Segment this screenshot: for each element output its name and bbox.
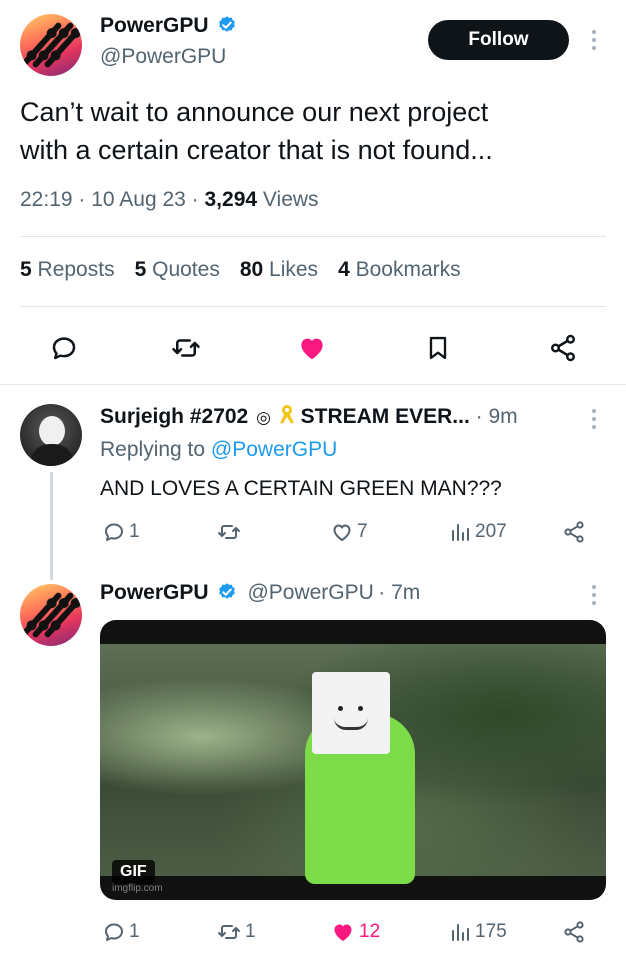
like-count: 7 <box>357 521 368 542</box>
tweet-time[interactable]: 22:19 <box>20 188 73 211</box>
heart-filled-icon <box>334 924 352 941</box>
reply-actions: 1 1 12 175 <box>0 920 626 950</box>
repost-button[interactable] <box>216 520 245 544</box>
reply-count: 1 <box>129 921 140 942</box>
verified-badge-icon <box>219 583 235 599</box>
reply-time[interactable]: 9m <box>489 405 518 428</box>
reply-actions: 1 7 207 <box>0 520 626 550</box>
share-icon <box>564 921 584 943</box>
share-icon <box>564 521 584 543</box>
share-button[interactable] <box>545 330 581 366</box>
ribbon-icon <box>279 405 294 424</box>
views-label: Views <box>262 188 319 211</box>
views-count: 3,294 <box>204 188 258 211</box>
tweet-actions <box>0 330 626 370</box>
author-handle[interactable]: @PowerGPU <box>100 45 226 69</box>
divider <box>0 384 626 385</box>
verified-badge-icon <box>219 16 235 32</box>
reply-time[interactable]: 7m <box>391 581 420 604</box>
tweet-text: Can’t wait to announce our next project … <box>20 93 600 169</box>
heart-filled-icon <box>301 338 323 360</box>
reply-count: 1 <box>129 521 140 542</box>
share-icon <box>551 334 575 362</box>
avatar[interactable] <box>20 404 82 466</box>
repost-button[interactable] <box>168 330 204 366</box>
tweet-meta: 22:19 · 10 Aug 23 · 3,294 Views <box>20 188 319 211</box>
divider <box>20 306 606 307</box>
display-name-suffix[interactable]: STREAM EVER... <box>301 405 470 428</box>
heart-icon <box>333 524 351 542</box>
replying-to-link[interactable]: @PowerGPU <box>211 438 337 461</box>
tweet-text-line: with a certain creator that is not found… <box>20 135 493 165</box>
display-name[interactable]: PowerGPU <box>100 581 209 604</box>
repost-count: 1 <box>245 921 256 942</box>
like-button[interactable] <box>294 330 330 366</box>
repost-icon <box>218 525 240 539</box>
bookmarks-stat[interactable]: 4 Bookmarks <box>338 258 461 282</box>
share-button[interactable] <box>562 520 586 544</box>
gif-media[interactable]: GIF imgflip.com <box>100 620 606 900</box>
reply-icon <box>105 923 123 941</box>
reply-button[interactable]: 1 <box>102 520 140 544</box>
reply-header: Surjeigh #2702 ◎ STREAM EVER... · 9m <box>100 405 518 428</box>
views-count: 207 <box>475 521 507 542</box>
author-handle[interactable]: @PowerGPU <box>247 581 373 604</box>
reply-button[interactable] <box>46 330 82 366</box>
gif-scene <box>100 644 606 884</box>
views-button[interactable]: 175 <box>448 920 507 944</box>
reply-header: PowerGPU @PowerGPU · 7m <box>100 581 421 604</box>
repost-icon <box>218 925 240 939</box>
like-count: 12 <box>359 921 381 942</box>
more-options-icon[interactable] <box>584 404 604 434</box>
repost-icon <box>172 339 200 357</box>
tweet-date[interactable]: 10 Aug 23 <box>91 188 186 211</box>
like-button[interactable]: 7 <box>330 520 368 544</box>
bookmark-icon <box>429 336 447 360</box>
replying-to: Replying to @PowerGPU <box>100 438 338 461</box>
more-options-icon[interactable] <box>584 25 604 55</box>
avatar[interactable] <box>20 584 82 646</box>
engagement-stats: 5 Reposts 5 Quotes 80 Likes 4 Bookmarks <box>20 258 461 282</box>
more-options-icon[interactable] <box>584 580 604 610</box>
repost-button[interactable]: 1 <box>216 920 256 944</box>
views-count: 175 <box>475 921 507 942</box>
quotes-stat[interactable]: 5 Quotes <box>135 258 220 282</box>
likes-stat[interactable]: 80 Likes <box>240 258 318 282</box>
reply-icon <box>52 337 76 360</box>
tweet-text-line: Can’t wait to announce our next project <box>20 97 489 127</box>
reply-button[interactable]: 1 <box>102 920 140 944</box>
display-name: PowerGPU <box>100 14 209 37</box>
spiral-icon: ◎ <box>256 408 271 427</box>
analytics-icon <box>452 924 469 941</box>
gif-watermark: imgflip.com <box>112 883 163 894</box>
gif-badge: GIF <box>112 860 155 884</box>
like-button[interactable]: 12 <box>330 920 380 944</box>
author-name[interactable]: PowerGPU <box>100 14 237 38</box>
bookmark-button[interactable] <box>420 330 456 366</box>
reposts-stat[interactable]: 5 Reposts <box>20 258 115 282</box>
reply-icon <box>105 523 123 541</box>
display-name[interactable]: Surjeigh #2702 <box>100 405 248 428</box>
reply-text: AND LOVES A CERTAIN GREEN MAN??? <box>100 477 502 500</box>
share-button[interactable] <box>562 920 586 944</box>
views-button[interactable]: 207 <box>448 520 507 544</box>
divider <box>20 236 606 237</box>
analytics-icon <box>452 524 469 541</box>
avatar[interactable] <box>20 14 82 76</box>
follow-button[interactable]: Follow <box>428 20 569 60</box>
